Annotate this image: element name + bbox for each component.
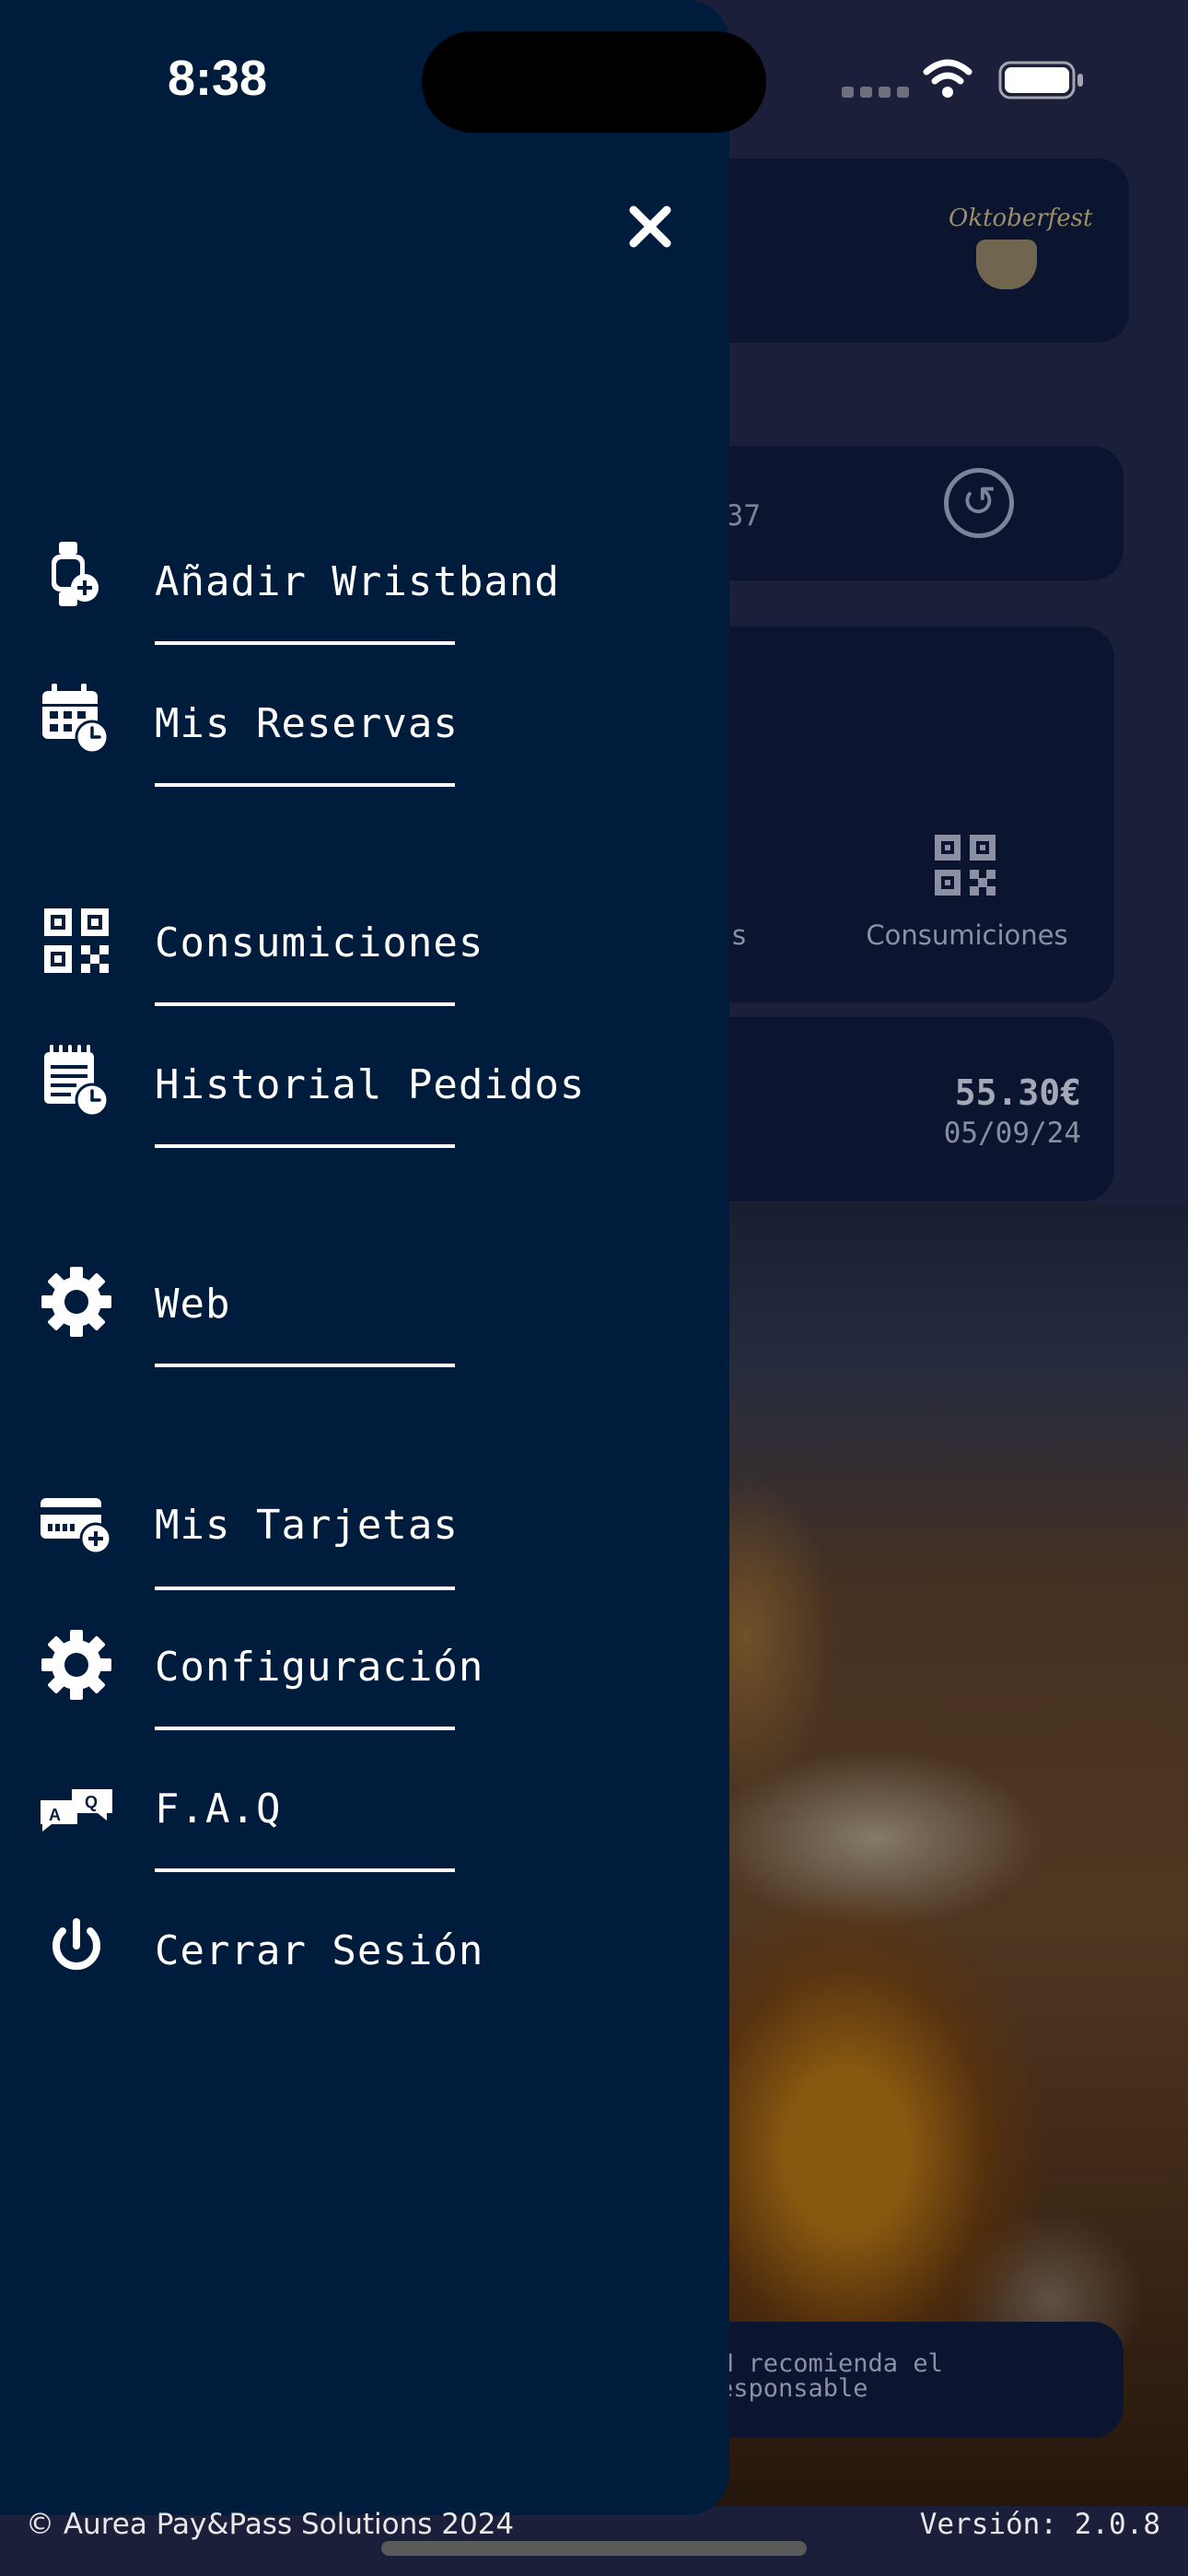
event-logo-text: Oktoberfest xyxy=(949,205,1093,232)
event-emblem-icon xyxy=(976,240,1037,289)
power-icon xyxy=(52,1918,100,1971)
notepad-clock-icon xyxy=(44,1045,110,1118)
side-menu-drawer: Añadir Wristband Mis Reservas Consumicio… xyxy=(0,0,729,2515)
wifi-icon xyxy=(923,59,973,98)
battery-icon xyxy=(998,61,1083,100)
gear-icon xyxy=(41,1630,111,1700)
menu-item-my-cards[interactable]: Mis Tarjetas xyxy=(0,1474,729,1575)
order-amount: 55.30€ xyxy=(954,1072,1081,1113)
menu-divider xyxy=(155,1144,455,1148)
qr-code-icon xyxy=(935,835,996,896)
menu-label: Cerrar Sesión xyxy=(155,1927,484,1974)
svg-text:A: A xyxy=(49,1806,61,1824)
menu-label: Configuración xyxy=(155,1644,484,1691)
wristband-add-icon xyxy=(52,542,99,606)
banner-text-line2: esponsable xyxy=(718,2374,868,2403)
menu-item-reservations[interactable]: Mis Reservas xyxy=(0,673,729,774)
menu-divider xyxy=(155,1002,455,1006)
menu-item-web[interactable]: Web xyxy=(0,1253,729,1354)
menu-label: Consumiciones xyxy=(155,919,484,966)
qr-code-icon xyxy=(44,908,109,973)
dynamic-island xyxy=(422,31,766,133)
gear-icon xyxy=(41,1267,111,1337)
status-bar-time: 8:38 xyxy=(168,51,268,106)
menu-divider xyxy=(155,1727,455,1730)
menu-label: Web xyxy=(155,1281,231,1328)
order-date: 05/09/24 xyxy=(943,1117,1081,1150)
menu-item-consumptions[interactable]: Consumiciones xyxy=(0,892,729,993)
menu-divider xyxy=(155,1587,455,1590)
cellular-signal-icon xyxy=(842,87,909,98)
menu-label: F.A.Q xyxy=(155,1786,282,1832)
card-add-icon xyxy=(41,1498,112,1555)
menu-label: Mis Tarjetas xyxy=(155,1502,459,1549)
menu-item-add-wristband[interactable]: Añadir Wristband xyxy=(0,531,729,632)
menu-label: Mis Reservas xyxy=(155,700,459,747)
app-version: Versión: 2.0.8 xyxy=(919,2508,1160,2541)
home-indicator[interactable] xyxy=(381,2541,807,2556)
menu-item-logout[interactable]: Cerrar Sesión xyxy=(0,1900,729,2001)
menu-item-faq[interactable]: A Q F.A.Q xyxy=(0,1758,729,1859)
menu-item-order-history[interactable]: Historial Pedidos xyxy=(0,1034,729,1135)
menu-divider xyxy=(155,641,455,645)
refresh-icon xyxy=(944,468,1014,538)
calendar-clock-icon xyxy=(42,684,110,755)
quick-action-label-partial: s xyxy=(732,919,747,951)
menu-label: Historial Pedidos xyxy=(155,1061,586,1108)
menu-item-settings[interactable]: Configuración xyxy=(0,1616,729,1717)
menu-divider xyxy=(155,1364,455,1367)
menu-divider xyxy=(155,783,455,787)
banner-text-line1: N recomienda el xyxy=(718,2349,943,2378)
svg-text:Q: Q xyxy=(85,1793,98,1811)
chat-bubbles-icon: A Q xyxy=(41,1789,112,1832)
close-icon[interactable] xyxy=(619,195,681,258)
menu-divider xyxy=(155,1868,455,1872)
quick-action-label: Consumiciones xyxy=(866,919,1068,951)
menu-label: Añadir Wristband xyxy=(155,558,560,605)
copyright-text: © Aurea Pay&Pass Solutions 2024 xyxy=(26,2508,515,2541)
